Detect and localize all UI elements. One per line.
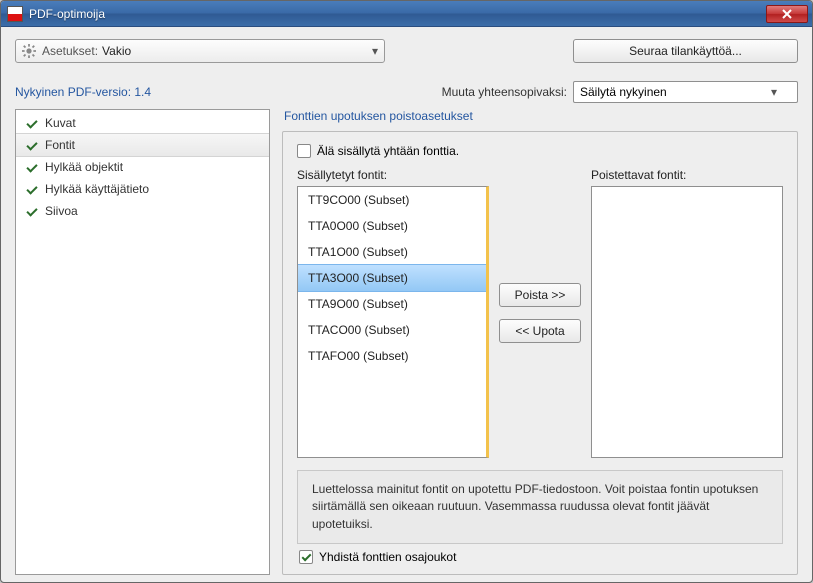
sidebar-item-label: Hylkää käyttäjätieto [45, 182, 149, 196]
merge-subsets-checkbox[interactable] [299, 550, 313, 564]
lists-row: Sisällytetyt fontit: TT9CO00 (Subset)TTA… [297, 168, 783, 458]
list-item[interactable]: TTAFO00 (Subset) [298, 343, 486, 369]
check-icon [26, 117, 38, 129]
chevron-down-icon: ▾ [771, 85, 777, 99]
current-version-label: Nykyinen PDF-versio: 1.4 [15, 85, 151, 99]
sidebar-item-hylk-k-ytt-j-tieto[interactable]: Hylkää käyttäjätieto [16, 178, 269, 200]
transfer-buttons: Poista >> << Upota [499, 168, 581, 458]
no-fonts-row: Älä sisällytä yhtään fonttia. [297, 144, 783, 158]
check-icon [26, 161, 38, 173]
embed-button[interactable]: << Upota [499, 319, 581, 343]
compat-value: Säilytä nykyinen [580, 85, 667, 99]
top-row: Asetukset: Vakio ▾ Seuraa tilankäyttöä..… [15, 39, 798, 63]
window-title: PDF-optimoija [29, 7, 766, 21]
list-item[interactable]: TTA9O00 (Subset) [298, 291, 486, 317]
compat-label: Muuta yhteensopivaksi: [442, 85, 567, 99]
remove-button[interactable]: Poista >> [499, 283, 581, 307]
no-fonts-checkbox[interactable] [297, 144, 311, 158]
sidebar-item-label: Hylkää objektit [45, 160, 123, 174]
compat-dropdown[interactable]: Säilytä nykyinen ▾ [573, 81, 798, 103]
embedded-fonts-listbox[interactable]: TT9CO00 (Subset)TTA0O00 (Subset)TTA1O00 … [297, 186, 489, 458]
list-item[interactable]: TTA0O00 (Subset) [298, 213, 486, 239]
removable-list-title: Poistettavat fontit: [591, 168, 783, 182]
titlebar: PDF-optimoija [1, 1, 812, 27]
sidebar-item-label: Fontit [45, 138, 75, 152]
settings-dropdown[interactable]: Asetukset: Vakio ▾ [15, 39, 385, 63]
sidebar-item-label: Kuvat [45, 116, 76, 130]
hint-text: Luettelossa mainitut fontit on upotettu … [297, 470, 783, 544]
embedded-list-title: Sisällytetyt fontit: [297, 168, 489, 182]
close-button[interactable] [766, 5, 808, 23]
app-icon [7, 6, 23, 22]
check-icon [26, 139, 38, 151]
remove-button-label: Poista >> [515, 288, 566, 302]
no-fonts-label: Älä sisällytä yhtään fonttia. [317, 144, 459, 158]
list-item[interactable]: TTACO00 (Subset) [298, 317, 486, 343]
list-item[interactable]: TTA3O00 (Subset) [298, 264, 486, 292]
sidebar-item-siivoa[interactable]: Siivoa [16, 200, 269, 222]
category-sidebar: Kuvat Fontit Hylkää objektit Hylkää käyttäj… [15, 109, 270, 575]
list-item[interactable]: TTA1O00 (Subset) [298, 239, 486, 265]
settings-value: Vakio [102, 44, 372, 58]
sidebar-item-hylk-objektit[interactable]: Hylkää objektit [16, 156, 269, 178]
current-version-label-text: Nykyinen PDF-versio: [15, 85, 131, 99]
check-icon [26, 205, 38, 217]
track-usage-label: Seuraa tilankäyttöä... [629, 44, 742, 58]
panel-inner: Älä sisällytä yhtään fonttia. Sisällytet… [282, 131, 798, 575]
current-version-value: 1.4 [134, 85, 151, 99]
chevron-down-icon: ▾ [372, 44, 378, 58]
merge-subsets-row: Yhdistä fonttien osajoukot [297, 550, 783, 564]
embedded-col: Sisällytetyt fontit: TT9CO00 (Subset)TTA… [297, 168, 489, 458]
main-area: Kuvat Fontit Hylkää objektit Hylkää käyttäj… [15, 109, 798, 575]
window-root: PDF-optimoija Asetukset: Vakio ▾ Seuraa … [0, 0, 813, 583]
sidebar-item-kuvat[interactable]: Kuvat [16, 112, 269, 134]
window-body: Asetukset: Vakio ▾ Seuraa tilankäyttöä..… [1, 27, 812, 583]
settings-label: Asetukset: [42, 44, 98, 58]
removable-col: Poistettavat fontit: [591, 168, 783, 458]
close-icon [781, 9, 793, 19]
merge-subsets-label: Yhdistä fonttien osajoukot [319, 550, 456, 564]
list-item[interactable]: TT9CO00 (Subset) [298, 187, 486, 213]
version-row: Nykyinen PDF-versio: 1.4 Muuta yhteensop… [15, 81, 798, 103]
fonts-panel: Fonttien upotuksen poistoasetukset Älä s… [282, 109, 798, 575]
sidebar-item-label: Siivoa [45, 204, 78, 218]
removable-fonts-listbox[interactable] [591, 186, 783, 458]
embed-button-label: << Upota [515, 324, 564, 338]
gear-icon [22, 44, 36, 58]
panel-group-title: Fonttien upotuksen poistoasetukset [284, 109, 798, 123]
check-icon [26, 183, 38, 195]
sidebar-item-fontit[interactable]: Fontit [16, 133, 269, 157]
track-usage-button[interactable]: Seuraa tilankäyttöä... [573, 39, 798, 63]
